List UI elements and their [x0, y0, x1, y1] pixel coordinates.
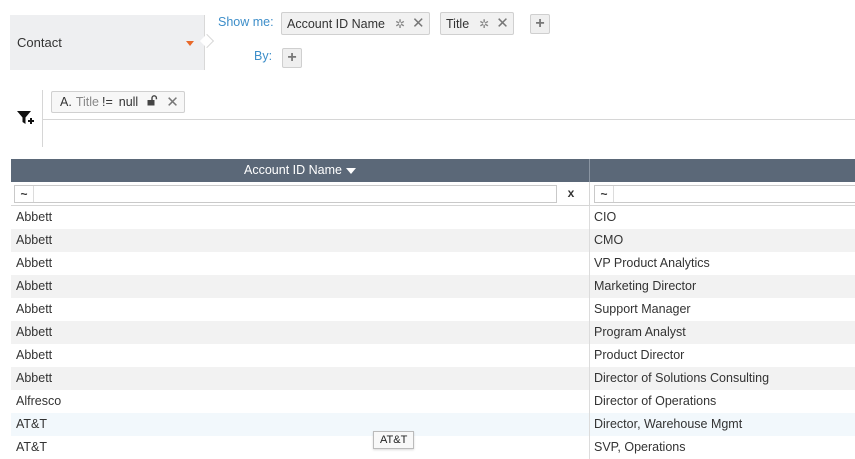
cell-title: SVP, Operations: [594, 440, 686, 454]
cell-account: Abbett: [16, 371, 53, 385]
table-row[interactable]: Abbett CMO: [11, 229, 855, 252]
results-grid: Account ID Name ~ x ~ Abbett CIO Abbett …: [11, 159, 855, 459]
table-row[interactable]: Abbett Support Manager: [11, 298, 855, 321]
table-row[interactable]: Abbett Product Director: [11, 344, 855, 367]
column-filter-field[interactable]: [614, 186, 855, 202]
unlock-icon[interactable]: [147, 95, 158, 109]
table-row[interactable]: AT&T Director, Warehouse Mgmt: [11, 413, 855, 436]
column-separator: [589, 436, 590, 459]
show-me-label: Show me:: [218, 15, 274, 29]
cell-account: Abbett: [16, 348, 53, 362]
column-separator: [589, 182, 590, 205]
selector-pointer: [199, 33, 215, 49]
by-label: By:: [254, 49, 273, 63]
column-separator: [589, 298, 590, 321]
object-selector[interactable]: Contact: [10, 15, 215, 70]
cell-tooltip: AT&T: [373, 431, 415, 449]
cell-title: CMO: [594, 233, 624, 247]
table-row[interactable]: Abbett VP Product Analytics: [11, 252, 855, 275]
column-separator: [589, 367, 590, 390]
column-header-account-id-name[interactable]: Account ID Name: [11, 159, 589, 182]
close-icon[interactable]: ✕: [412, 16, 425, 31]
column-separator: [589, 159, 590, 182]
add-group-by-button[interactable]: +: [282, 48, 302, 68]
filter-mode-icon[interactable]: ~: [15, 186, 34, 202]
cell-title: Director, Warehouse Mgmt: [594, 417, 743, 431]
cell-title: Director of Solutions Consulting: [594, 371, 770, 385]
cell-title: Product Director: [594, 348, 685, 362]
cell-title: CIO: [594, 210, 617, 224]
cell-account: Abbett: [16, 302, 53, 316]
cell-account: Abbett: [16, 279, 53, 293]
field-chip-account-id-name[interactable]: Account ID Name ✲ ✕: [281, 12, 430, 35]
cell-title: VP Product Analytics: [594, 256, 710, 270]
filter-pill[interactable]: A. Title != null ✕: [51, 91, 185, 113]
close-icon[interactable]: ✕: [496, 16, 509, 31]
filter-divider: [42, 119, 855, 120]
field-chip-label: Account ID Name: [287, 16, 385, 31]
filter-row: ~ x ~: [11, 182, 855, 206]
table-row[interactable]: Abbett Director of Solutions Consulting: [11, 367, 855, 390]
table-row[interactable]: Alfresco Director of Operations: [11, 390, 855, 413]
chevron-down-icon[interactable]: [186, 41, 194, 46]
column-separator: [589, 344, 590, 367]
cell-account: AT&T: [16, 440, 48, 454]
column-separator: [589, 206, 590, 229]
cell-title: Director of Operations: [594, 394, 717, 408]
table-row[interactable]: Abbett CIO: [11, 206, 855, 229]
filter-operator: !=: [101, 95, 113, 109]
cell-account: Abbett: [16, 325, 53, 339]
column-filter-field[interactable]: [34, 186, 556, 202]
cell-account: Abbett: [16, 233, 53, 247]
cell-title: Support Manager: [594, 302, 691, 316]
close-icon[interactable]: ✕: [166, 95, 179, 110]
table-row[interactable]: Abbett Marketing Director: [11, 275, 855, 298]
column-filter-input-title[interactable]: ~: [594, 185, 855, 203]
object-selector-label: Contact: [17, 35, 62, 50]
table-row[interactable]: AT&T SVP, Operations: [11, 436, 855, 459]
column-separator: [589, 321, 590, 344]
column-separator: [589, 275, 590, 298]
gear-icon[interactable]: ✲: [395, 17, 405, 31]
column-header-label: Account ID Name: [244, 163, 342, 177]
column-separator: [589, 390, 590, 413]
clear-filter-button[interactable]: x: [563, 186, 579, 200]
cell-account: Abbett: [16, 210, 53, 224]
add-field-button[interactable]: +: [530, 14, 550, 34]
filter-prefix: A.: [60, 95, 72, 109]
column-filter-input-account[interactable]: ~: [14, 185, 557, 203]
grid-header: Account ID Name: [11, 159, 855, 182]
field-chip-label: Title: [446, 16, 470, 31]
column-separator: [589, 252, 590, 275]
sort-desc-icon[interactable]: [345, 167, 356, 174]
add-filter-icon[interactable]: [17, 111, 35, 127]
filter-mode-icon[interactable]: ~: [595, 186, 614, 202]
cell-title: Program Analyst: [594, 325, 686, 339]
column-separator: [589, 413, 590, 436]
table-row[interactable]: Abbett Program Analyst: [11, 321, 855, 344]
field-chip-title[interactable]: Title ✲ ✕: [440, 12, 514, 35]
column-separator: [589, 229, 590, 252]
cell-account: Abbett: [16, 256, 53, 270]
cell-account: Alfresco: [16, 394, 62, 408]
filter-field: Title: [75, 95, 99, 109]
gear-icon[interactable]: ✲: [479, 17, 489, 31]
filter-value: null: [118, 95, 139, 109]
cell-account: AT&T: [16, 417, 48, 431]
cell-title: Marketing Director: [594, 279, 697, 293]
